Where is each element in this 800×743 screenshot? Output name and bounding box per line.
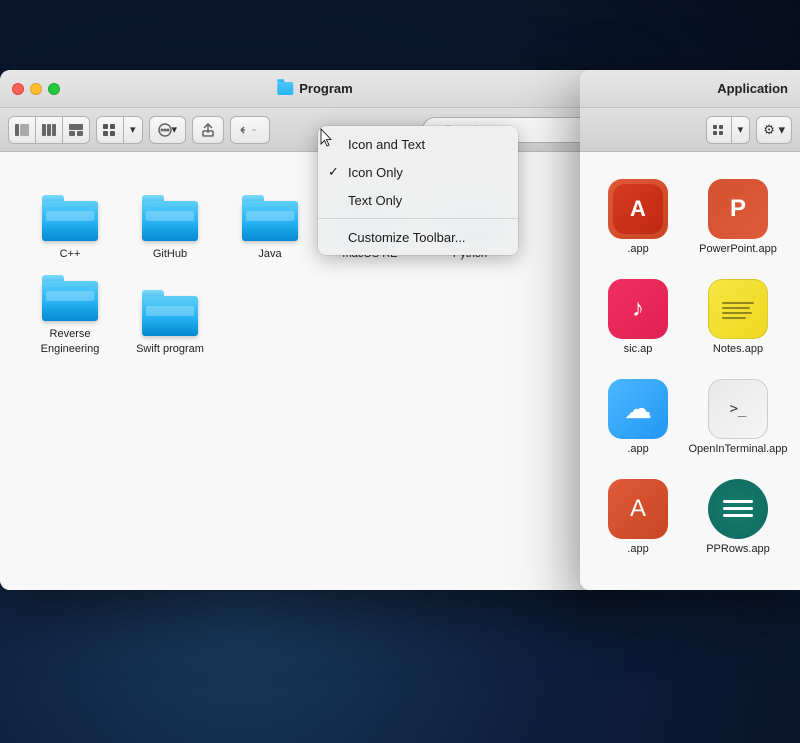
finder-window-program: Program ▾ <box>0 70 630 590</box>
app-label-pprows: PPRows.app <box>706 543 770 556</box>
minimize-button[interactable] <box>30 83 42 95</box>
app-icon-partial1: A <box>608 179 668 239</box>
app-label-partial1: .app <box>627 243 648 256</box>
context-menu: Icon and Text Icon Only Text Only Custom… <box>318 126 518 255</box>
app-icon-powerpoint: P <box>708 179 768 239</box>
app-label-notes: Notes.app <box>713 343 763 356</box>
share-btn[interactable] <box>192 116 224 144</box>
app-label-cloud: .app <box>627 443 648 456</box>
app-item-partial4[interactable]: A .app <box>588 462 688 562</box>
app-icon-cloud: ☁ <box>608 379 668 439</box>
back-btn[interactable] <box>230 116 270 144</box>
app-item-notes[interactable]: Notes.app <box>688 262 788 362</box>
app-item-terminal[interactable]: >_ OpenInTerminal.app <box>688 362 788 462</box>
apps-view-toggle: ▾ <box>706 116 751 144</box>
app-icon-pprows <box>708 479 768 539</box>
finder-content: C++ GitHub Java <box>0 152 630 590</box>
folder-label-swift: Swift program <box>136 342 204 356</box>
apps-icon-view-dropdown[interactable]: ▾ <box>732 117 750 143</box>
menu-item-text-only-label: Text Only <box>348 193 402 208</box>
folder-item-github[interactable]: GitHub <box>120 172 220 267</box>
window-title-text: Program <box>299 81 352 96</box>
app-item-partial1[interactable]: A .app <box>588 162 688 262</box>
apps-content: A .app P PowerPoint.app ♪ sic.ap <box>580 152 800 590</box>
cover-flow-btn[interactable] <box>63 117 89 143</box>
menu-item-icon-only[interactable]: Icon Only <box>318 158 518 186</box>
folder-item-java[interactable]: Java <box>220 172 320 267</box>
menu-item-customize-label: Customize Toolbar... <box>348 230 466 245</box>
app-item-music[interactable]: ♪ sic.ap <box>588 262 688 362</box>
app-label-powerpoint: PowerPoint.app <box>699 243 777 256</box>
traffic-lights <box>12 83 60 95</box>
apps-toolbar: ▾ ⚙ ▾ <box>580 108 800 152</box>
menu-divider <box>318 218 518 219</box>
folder-item-swift[interactable]: Swift program <box>120 267 220 362</box>
apps-action-btn[interactable]: ⚙ ▾ <box>756 116 792 144</box>
finder-window-apps: Application ▾ ⚙ ▾ A .app P <box>580 70 800 590</box>
maximize-button[interactable] <box>48 83 60 95</box>
folder-icon-large <box>242 195 298 241</box>
menu-item-customize[interactable]: Customize Toolbar... <box>318 223 518 251</box>
desktop: Program ▾ <box>0 0 800 743</box>
titlebar: Program <box>0 70 630 108</box>
folder-icon-large <box>42 275 98 321</box>
apps-titlebar: Application <box>580 70 800 108</box>
close-button[interactable] <box>12 83 24 95</box>
folder-label-cpp: C++ <box>60 247 81 261</box>
folder-icon-large <box>42 195 98 241</box>
app-label-partial4: .app <box>627 543 648 556</box>
folder-label-github: GitHub <box>153 247 187 261</box>
menu-item-icon-and-text-label: Icon and Text <box>348 137 425 152</box>
app-label-terminal: OpenInTerminal.app <box>688 443 787 456</box>
folder-item-cpp[interactable]: C++ <box>20 172 120 267</box>
folder-label-java: Java <box>258 247 281 261</box>
view-toggle-left <box>8 116 90 144</box>
app-item-powerpoint[interactable]: P PowerPoint.app <box>688 162 788 262</box>
apps-title-text: Application <box>717 81 788 96</box>
app-icon-partial4: A <box>608 479 668 539</box>
view-toggle-icons: ▾ <box>96 116 143 144</box>
app-icon-music: ♪ <box>608 279 668 339</box>
app-icon-notes <box>708 279 768 339</box>
sidebar-toggle-btn[interactable] <box>9 117 36 143</box>
finder-toolbar: ▾ ▾ ⌕ Search <box>0 108 630 152</box>
app-icon-terminal: >_ <box>708 379 768 439</box>
folder-icon <box>277 82 293 95</box>
menu-item-text-only[interactable]: Text Only <box>318 186 518 214</box>
folder-item-reverse[interactable]: ReverseEngineering <box>20 267 120 362</box>
folder-icon-large <box>142 290 198 336</box>
apps-icon-view[interactable] <box>707 117 732 143</box>
icon-view-dropdown[interactable]: ▾ <box>124 117 142 143</box>
window-title: Program <box>277 81 352 96</box>
folder-icon-large <box>142 195 198 241</box>
app-item-pprows[interactable]: PPRows.app <box>688 462 788 562</box>
icon-view-btn[interactable] <box>97 117 124 143</box>
menu-item-icon-only-label: Icon Only <box>348 165 403 180</box>
menu-item-icon-and-text[interactable]: Icon and Text <box>318 130 518 158</box>
folder-label-reverse: ReverseEngineering <box>41 327 100 356</box>
app-label-music: sic.ap <box>624 343 653 356</box>
action-btn[interactable]: ▾ <box>149 116 187 144</box>
app-item-cloud[interactable]: ☁ .app <box>588 362 688 462</box>
column-view-btn[interactable] <box>36 117 63 143</box>
